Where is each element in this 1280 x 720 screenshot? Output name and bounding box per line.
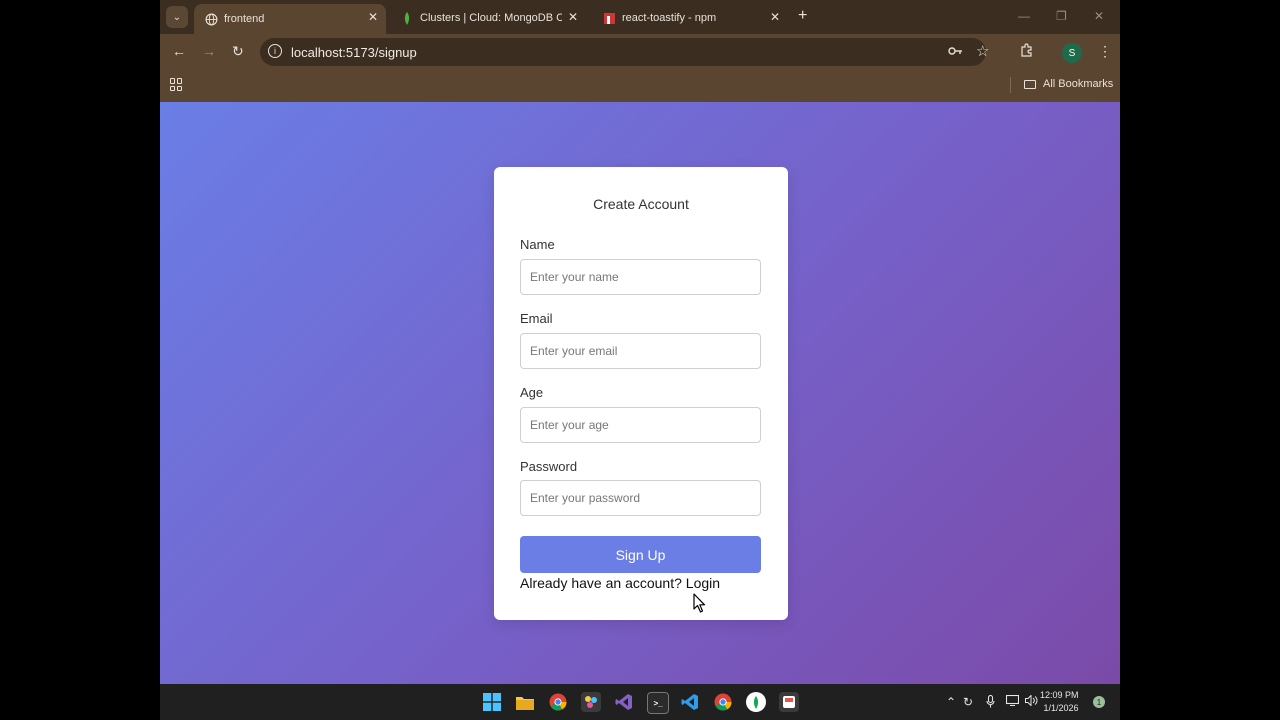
back-icon[interactable]: ← — [172, 43, 186, 59]
tab-frontend[interactable]: frontend ✕ — [194, 4, 386, 34]
folder-icon — [1024, 79, 1036, 89]
clock-date: 1/1/2026 — [1043, 703, 1079, 713]
site-info-icon[interactable]: i — [268, 44, 282, 58]
bookmark-star-icon[interactable]: ☆ — [976, 42, 989, 60]
password-key-icon[interactable] — [948, 44, 963, 59]
url-text: localhost:5173/signup — [291, 45, 417, 60]
age-label: Age — [520, 385, 544, 400]
snipping-tool-icon[interactable] — [779, 692, 799, 712]
signup-card: Create Account Name Email Age Password S… — [494, 167, 788, 620]
email-label: Email — [520, 311, 553, 326]
forward-icon[interactable]: → — [202, 43, 216, 59]
login-prompt-text: Already have an account? — [520, 575, 682, 591]
form-title: Create Account — [593, 196, 689, 212]
paint-app-icon[interactable] — [581, 692, 601, 712]
microphone-icon[interactable] — [986, 694, 995, 711]
window-close-icon[interactable]: ✕ — [1094, 9, 1104, 23]
name-label: Name — [520, 237, 555, 252]
vscode-icon[interactable] — [680, 692, 700, 712]
restore-icon[interactable]: ❐ — [1056, 9, 1067, 23]
tab-title: Clusters | Cloud: MongoDB Clo — [420, 12, 562, 24]
email-input[interactable] — [520, 333, 761, 369]
minimize-icon[interactable]: — — [1018, 9, 1030, 23]
sign-up-button[interactable]: Sign Up — [520, 536, 761, 573]
network-icon[interactable] — [1005, 694, 1020, 709]
sync-icon[interactable]: ↻ — [963, 695, 973, 709]
system-clock[interactable]: 12:09 PM 1/1/2026 — [1040, 689, 1079, 715]
tab-search-button[interactable]: ⌄ — [166, 6, 188, 28]
mongodb-compass-icon[interactable] — [746, 692, 766, 712]
file-explorer-icon[interactable] — [515, 692, 535, 712]
notification-badge[interactable]: 1 — [1093, 696, 1105, 708]
mongodb-leaf-icon — [400, 11, 414, 25]
bookmarks-divider — [1010, 77, 1011, 93]
close-icon[interactable]: ✕ — [770, 10, 780, 24]
volume-icon[interactable] — [1025, 694, 1038, 709]
new-tab-button[interactable]: + — [798, 7, 807, 25]
menu-kebab-icon[interactable]: ⋮ — [1098, 43, 1112, 60]
terminal-icon[interactable]: >_ — [647, 692, 669, 714]
name-input[interactable] — [520, 259, 761, 295]
tray-chevron-up-icon[interactable]: ⌃ — [946, 695, 956, 709]
visual-studio-icon[interactable] — [614, 692, 634, 712]
clock-time: 12:09 PM — [1040, 690, 1079, 700]
login-link[interactable]: Login — [686, 575, 720, 591]
mouse-cursor-icon — [693, 593, 706, 613]
chrome-profile-icon[interactable] — [713, 692, 733, 712]
tab-strip: ⌄ frontend ✕ Clusters | Cloud: MongoDB C… — [160, 0, 1120, 34]
apps-grid-icon[interactable] — [170, 78, 183, 91]
bookmarks-bar: All Bookmarks — [160, 70, 1120, 102]
tab-mongodb[interactable]: Clusters | Cloud: MongoDB Clo ✕ — [390, 4, 586, 32]
age-input[interactable] — [520, 407, 761, 443]
chrome-icon[interactable] — [548, 692, 568, 712]
close-icon[interactable]: ✕ — [368, 10, 378, 24]
screen: ⌄ frontend ✕ Clusters | Cloud: MongoDB C… — [160, 0, 1120, 720]
profile-avatar[interactable]: S — [1062, 43, 1082, 63]
browser-toolbar: ← → ↻ i localhost:5173/signup ☆ S ⋮ — [160, 34, 1120, 70]
password-label: Password — [520, 459, 578, 474]
all-bookmarks-button[interactable]: All Bookmarks — [1024, 78, 1113, 90]
windows-start-icon[interactable] — [482, 692, 502, 712]
tab-title: frontend — [224, 13, 265, 25]
extensions-icon[interactable] — [1020, 43, 1034, 60]
tab-title: react-toastify - npm — [622, 12, 717, 24]
page-background: Create Account Name Email Age Password S… — [160, 102, 1120, 684]
close-icon[interactable]: ✕ — [568, 10, 578, 24]
os-taskbar: >_ ⌃ ↻ 12:09 PM 1/1/2026 1 — [160, 684, 1120, 720]
chevron-down-icon: ⌄ — [172, 11, 182, 23]
globe-icon — [204, 12, 218, 26]
reload-icon[interactable]: ↻ — [232, 43, 244, 60]
tab-react-toastify[interactable]: react-toastify - npm ✕ — [592, 4, 788, 32]
npm-icon — [602, 11, 616, 25]
address-bar[interactable]: i localhost:5173/signup ☆ — [260, 38, 989, 66]
login-prompt: Already have an account? Login — [520, 575, 720, 591]
password-input[interactable] — [520, 480, 761, 516]
